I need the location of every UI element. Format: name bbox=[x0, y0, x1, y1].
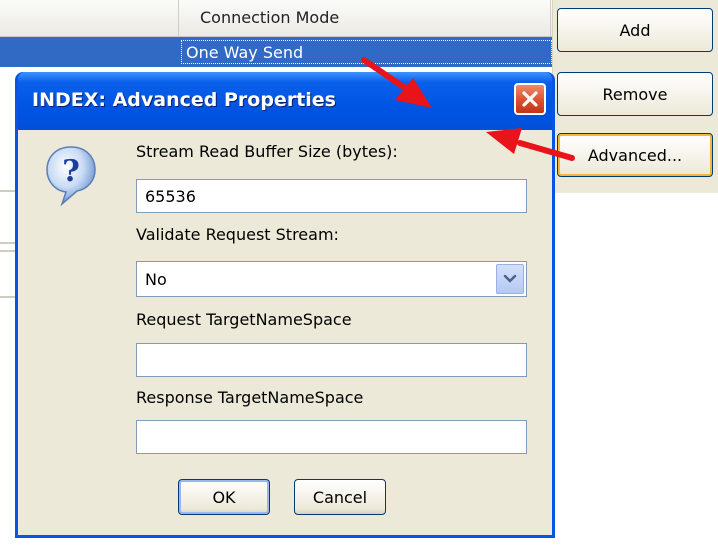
dialog-body: ? Stream Read Buffer Size (bytes): Valid… bbox=[18, 130, 552, 535]
ok-button[interactable]: OK bbox=[178, 479, 270, 515]
chevron-down-icon bbox=[503, 274, 517, 283]
stream-buffer-input[interactable] bbox=[136, 179, 527, 213]
svg-text:?: ? bbox=[62, 154, 80, 189]
dialog-title: INDEX: Advanced Properties bbox=[32, 89, 336, 111]
action-panel: Add Remove Advanced... bbox=[552, 0, 718, 548]
table-row[interactable]: One Way Send bbox=[0, 37, 552, 67]
close-icon bbox=[522, 91, 538, 107]
grid-header: Connection Mode bbox=[0, 0, 552, 37]
close-button[interactable] bbox=[514, 83, 546, 115]
advanced-properties-dialog: INDEX: Advanced Properties ? Stream Read… bbox=[15, 72, 555, 538]
remove-button[interactable]: Remove bbox=[557, 72, 713, 116]
validate-request-value: No bbox=[145, 270, 167, 289]
column-header-connection-mode[interactable]: Connection Mode bbox=[200, 8, 339, 27]
selected-cell[interactable]: One Way Send bbox=[181, 40, 552, 64]
response-namespace-label: Response TargetNameSpace bbox=[136, 388, 364, 407]
validate-request-select[interactable]: No bbox=[136, 261, 527, 297]
advanced-button[interactable]: Advanced... bbox=[557, 133, 713, 177]
dropdown-button[interactable] bbox=[496, 264, 524, 294]
stream-buffer-label: Stream Read Buffer Size (bytes): bbox=[136, 142, 398, 161]
response-namespace-input[interactable] bbox=[136, 420, 527, 454]
question-icon: ? bbox=[46, 146, 96, 207]
validate-request-label: Validate Request Stream: bbox=[136, 225, 339, 244]
add-button[interactable]: Add bbox=[557, 8, 713, 52]
dialog-titlebar[interactable]: INDEX: Advanced Properties bbox=[18, 72, 552, 130]
cancel-button[interactable]: Cancel bbox=[294, 479, 386, 515]
request-namespace-label: Request TargetNameSpace bbox=[136, 310, 352, 329]
request-namespace-input[interactable] bbox=[136, 343, 527, 377]
